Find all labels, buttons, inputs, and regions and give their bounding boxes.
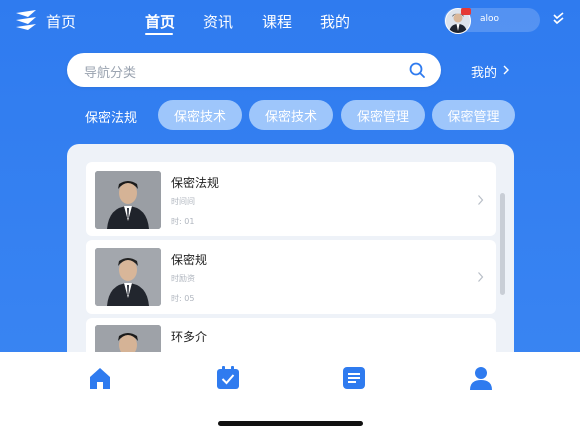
list-item-title: 保密规 [171,253,208,267]
nav-courses[interactable]: 课程 [262,11,292,32]
logo-icon [16,10,36,30]
person-photo [95,171,161,229]
chip-selected[interactable]: 保密法规 [85,107,137,126]
nav-mine[interactable]: 我的 [320,11,350,32]
double-check-icon[interactable] [552,12,566,26]
chevron-right-icon[interactable] [477,194,484,206]
scrollbar[interactable] [500,193,505,295]
chip-item[interactable]: 保密技术 [249,100,333,130]
nav-active-underline [145,33,173,35]
calendar-check-icon[interactable] [215,365,241,391]
search-input[interactable]: 导航分类 [84,62,136,81]
list-item-meta: 时: 01 [171,217,195,226]
chevron-right-icon[interactable] [502,64,510,76]
chip-item[interactable]: 保密技术 [158,100,242,130]
chip-item[interactable]: 保密管理 [341,100,425,130]
list-icon[interactable] [341,365,367,391]
list-item-title: 保密法规 [171,176,220,190]
nav-news[interactable]: 资讯 [203,11,233,32]
list-item-meta: 时: 05 [171,294,195,303]
nav-home[interactable]: 首页 [145,11,175,32]
list-item-title: 环多介 [171,330,208,344]
chip-item[interactable]: 保密管理 [432,100,515,130]
person-photo [95,325,161,352]
app-home-title[interactable]: 首页 [46,11,76,32]
chevron-right-icon[interactable] [477,271,484,283]
home-indicator [218,421,363,426]
search-icon[interactable] [408,61,426,79]
home-icon[interactable] [87,365,113,391]
list-item-meta: 时励资 [171,274,195,283]
notification-badge [461,8,471,15]
person-photo [95,248,161,306]
mine-link[interactable]: 我的 [471,62,497,81]
list-item-meta: 时间间 [171,197,195,206]
user-icon[interactable] [468,365,494,391]
username[interactable]: aloo [480,14,499,24]
